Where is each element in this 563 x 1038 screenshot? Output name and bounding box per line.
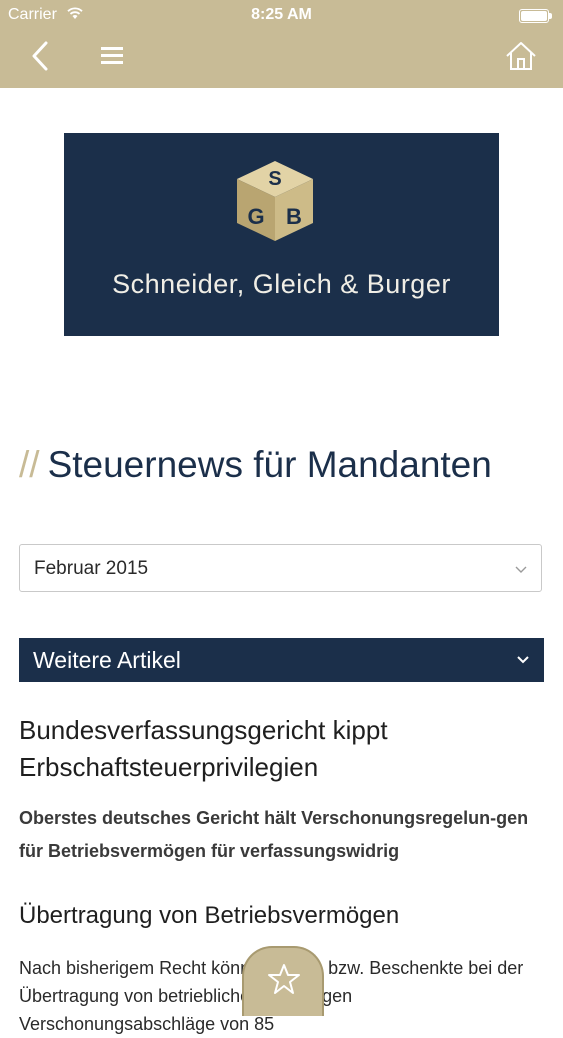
- back-button[interactable]: [22, 36, 62, 76]
- home-icon: [506, 42, 536, 70]
- hamburger-menu-icon: [101, 47, 123, 64]
- title-text: Steuernews für Mandanten: [47, 444, 492, 485]
- page-title: //Steuernews für Mandanten: [19, 444, 492, 486]
- title-prefix: //: [19, 444, 40, 485]
- more-articles-accordion[interactable]: Weitere Artikel: [19, 638, 544, 682]
- month-select[interactable]: Februar 2015: [19, 544, 542, 592]
- article-subheadline: Oberstes deutsches Gericht hält Verschon…: [19, 808, 529, 861]
- star-icon: [268, 964, 300, 994]
- back-chevron-icon: [32, 41, 48, 71]
- home-button[interactable]: [501, 36, 541, 76]
- favorite-button[interactable]: [242, 946, 324, 1016]
- article-section-title: Übertragung von Betriebsvermögen: [19, 902, 400, 929]
- firm-name: Schneider, Gleich & Burger: [112, 269, 451, 299]
- top-navigation-bar: Carrier 8:25 AM: [0, 0, 563, 88]
- svg-text:B: B: [286, 204, 302, 229]
- battery-icon: [519, 9, 552, 23]
- month-select-value: Februar 2015: [34, 558, 149, 579]
- chevron-down-icon: [517, 656, 529, 664]
- clock: 8:25 AM: [251, 6, 312, 23]
- firm-logo: S G B Schneider, Gleich & Burger: [64, 133, 499, 336]
- accordion-label: Weitere Artikel: [33, 647, 181, 673]
- svg-text:G: G: [247, 204, 264, 229]
- status-bar: Carrier 8:25 AM: [0, 4, 563, 26]
- article-headline: Bundesverfassungsgericht kippt Erbschaft…: [19, 715, 388, 782]
- svg-text:S: S: [268, 168, 281, 190]
- cube-logo-icon: S G B: [237, 161, 313, 241]
- chevron-down-icon: [515, 566, 527, 573]
- menu-button[interactable]: [92, 36, 132, 76]
